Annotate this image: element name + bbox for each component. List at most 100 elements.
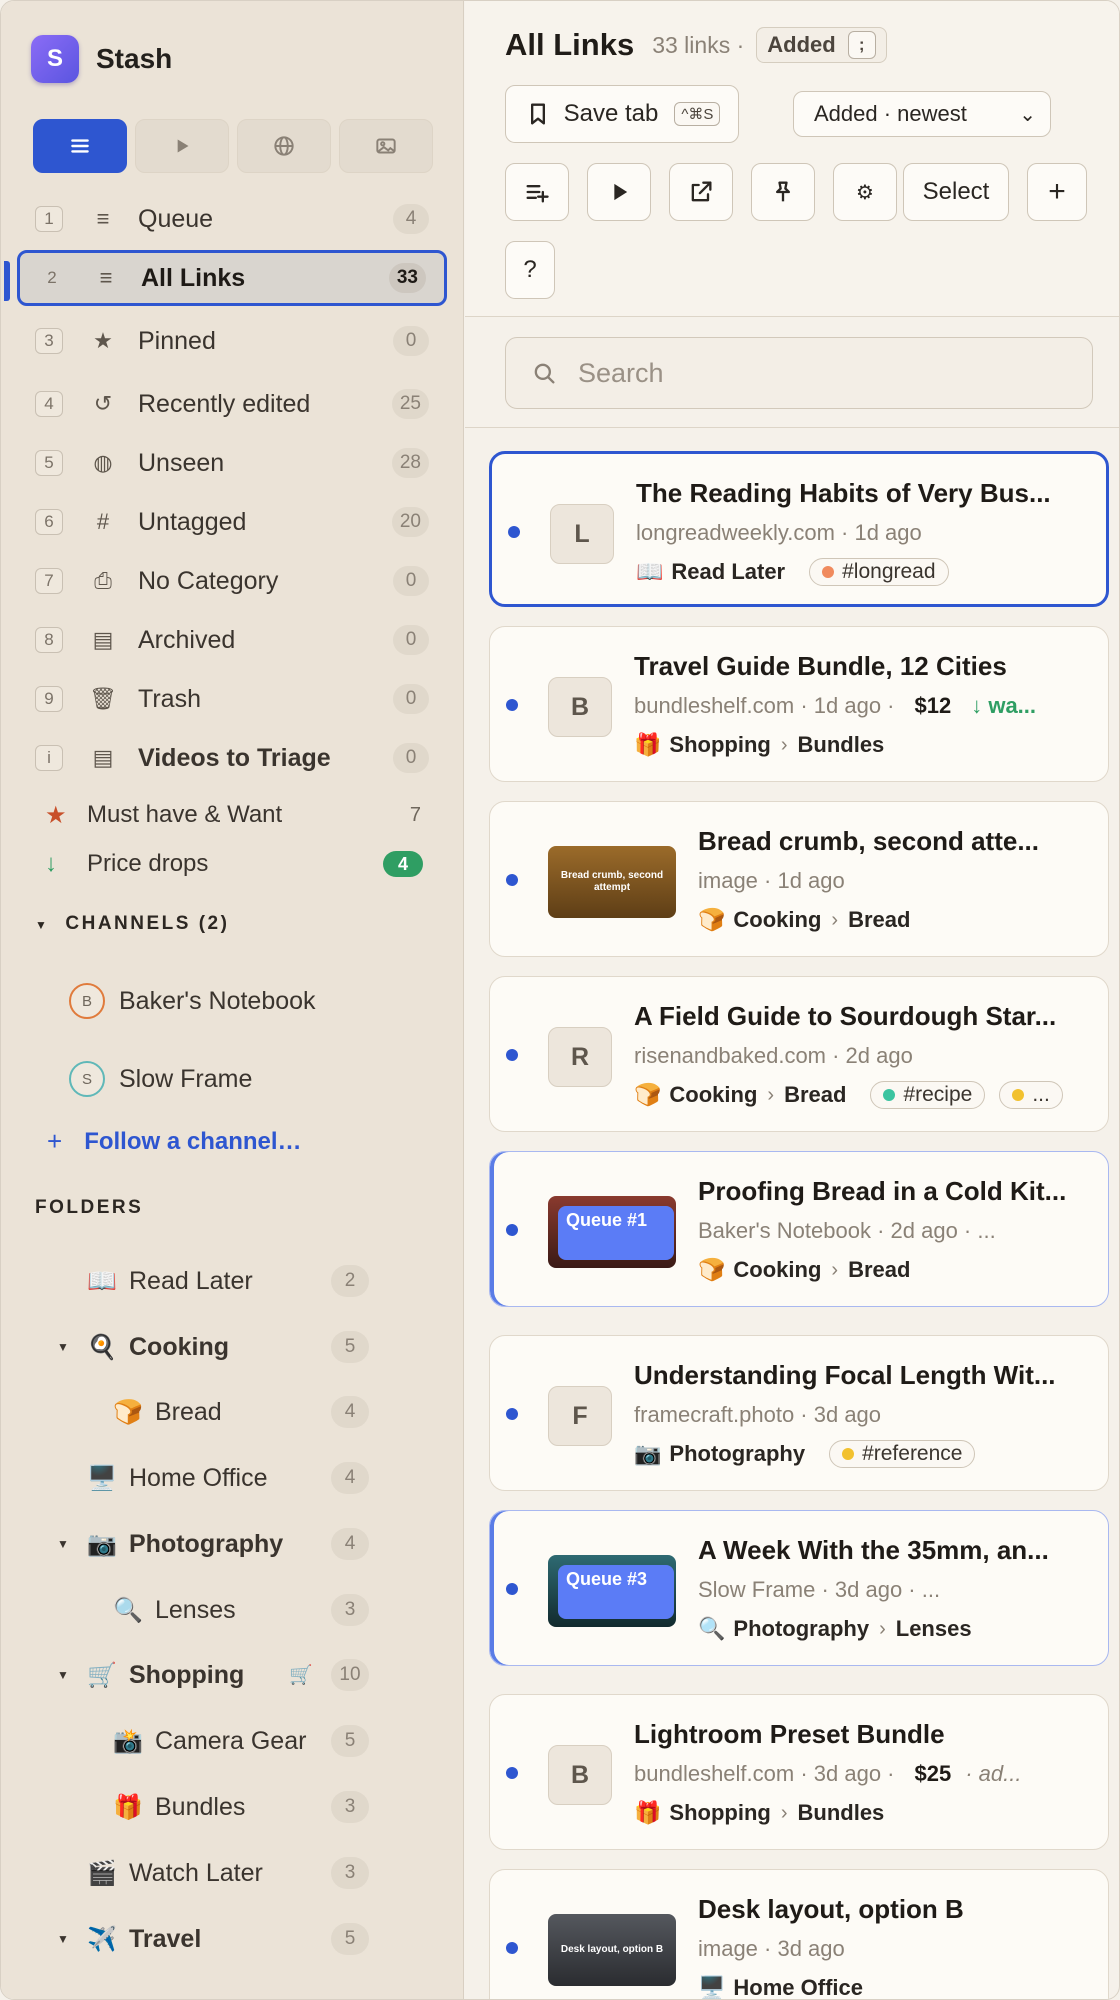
- channels-heading[interactable]: ▼ CHANNELS (2): [35, 913, 229, 935]
- link-card[interactable]: R A Field Guide to Sourdough Star... ris…: [489, 976, 1109, 1132]
- camera-icon: 📷: [87, 1530, 117, 1558]
- add-link-button[interactable]: +: [1027, 163, 1087, 221]
- chevron-down-icon[interactable]: ▼: [57, 1668, 69, 1682]
- category-label[interactable]: Cooking: [669, 1082, 757, 1108]
- chevron-down-icon[interactable]: ▼: [57, 1537, 69, 1551]
- follow-channel-link[interactable]: + Follow a channel…: [47, 1126, 302, 1157]
- list-header: All Links 33 links · Added ; Save tab ^⌘…: [465, 1, 1119, 317]
- help-button[interactable]: ?: [505, 241, 555, 299]
- folder-read-later[interactable]: 📖 Read Later 2: [87, 1256, 369, 1306]
- link-card[interactable]: B Travel Guide Bundle, 12 Cities bundles…: [489, 626, 1109, 782]
- select-button[interactable]: Select: [903, 163, 1009, 221]
- category-label[interactable]: Photography: [669, 1441, 805, 1467]
- link-card[interactable]: Bread crumb, second attempt Bread crumb,…: [489, 801, 1109, 957]
- folder-count: 3: [331, 1594, 369, 1626]
- pin-button[interactable]: [751, 163, 815, 221]
- folder-shopping[interactable]: ▼ 🛒 Shopping 🛒 10: [57, 1650, 369, 1700]
- category-label[interactable]: Home Office: [733, 1975, 863, 1999]
- folder-photography[interactable]: ▼ 📷 Photography 4: [57, 1519, 369, 1569]
- category-label[interactable]: Cooking: [733, 907, 821, 933]
- nav-count: 0: [393, 625, 429, 655]
- category-label[interactable]: Shopping: [669, 1800, 770, 1826]
- mode-tab-list[interactable]: [33, 119, 127, 173]
- frying-pan-icon: 🍳: [87, 1333, 117, 1361]
- category-label[interactable]: Photography: [733, 1616, 869, 1642]
- tag-label: ...: [1032, 1083, 1050, 1106]
- star-icon: ★: [93, 328, 113, 353]
- subcategory-label[interactable]: Bundles: [798, 1800, 885, 1826]
- nav-label: Trash: [138, 684, 201, 713]
- channel-bakers-notebook[interactable]: B Baker's Notebook: [69, 981, 316, 1021]
- folder-bread[interactable]: 🍞 Bread 4: [113, 1387, 369, 1437]
- link-card[interactable]: F Understanding Focal Length Wit... fram…: [489, 1335, 1109, 1491]
- gear-icon: ⚙: [856, 181, 874, 204]
- card-category: 📖 Read Later #longread: [636, 556, 1096, 588]
- subcategory-label[interactable]: Lenses: [896, 1616, 972, 1642]
- smart-list-must-have[interactable]: ★ Must have & Want 7: [45, 795, 445, 835]
- mode-tab-image[interactable]: [339, 119, 433, 173]
- card-category: 🎁 Shopping › Bundles: [634, 1797, 1094, 1829]
- shortcut-key: 4: [35, 391, 63, 417]
- play-button[interactable]: [587, 163, 651, 221]
- nav-item-unseen[interactable]: 5 ◍ Unseen 28: [17, 435, 447, 491]
- sort-chip[interactable]: Added ;: [756, 27, 887, 63]
- link-card[interactable]: B Lightroom Preset Bundle bundleshelf.co…: [489, 1694, 1109, 1850]
- sort-order-select[interactable]: Added · newest ⌄: [793, 91, 1051, 137]
- chevron-down-icon[interactable]: ▼: [57, 1932, 69, 1946]
- nav-item-archived[interactable]: 8 ▤ Archived 0: [17, 612, 447, 668]
- tag-chip[interactable]: #reference: [829, 1440, 976, 1468]
- mode-tab-play[interactable]: [135, 119, 229, 173]
- add-to-queue-button[interactable]: [505, 163, 569, 221]
- card-meta: Baker's Notebook · 2d ago · ...: [698, 1218, 996, 1243]
- card-meta-text: bundleshelf.com · 1d ago ·: [634, 693, 895, 718]
- nav-item-queue[interactable]: 1 ≡ Queue 4: [17, 191, 447, 247]
- link-card[interactable]: L The Reading Habits of Very Bus... long…: [489, 451, 1109, 607]
- folder-home-office[interactable]: 🖥️ Home Office 4: [87, 1453, 369, 1503]
- open-external-button[interactable]: [669, 163, 733, 221]
- channel-slow-frame[interactable]: S Slow Frame: [69, 1059, 252, 1099]
- mode-tab-globe[interactable]: [237, 119, 331, 173]
- category-label[interactable]: Cooking: [733, 1257, 821, 1283]
- folder-lenses[interactable]: 🔍 Lenses 3: [113, 1585, 369, 1635]
- unread-dot: [506, 874, 518, 886]
- nav-item-no-category[interactable]: 7 ⎙ No Category 0: [17, 553, 447, 609]
- shortcut-key: 9: [35, 686, 63, 712]
- tag-chip[interactable]: #recipe: [870, 1081, 986, 1109]
- channel-avatar: S: [69, 1061, 105, 1097]
- subcategory-label[interactable]: Bread: [848, 1257, 910, 1283]
- nav-item-pinned[interactable]: 3 ★ Pinned 0: [17, 313, 447, 369]
- nav-item-untagged[interactable]: 6 # Untagged 20: [17, 494, 447, 550]
- tag-chip[interactable]: #longread: [809, 558, 949, 586]
- nav-item-videos-to-triage[interactable]: i ▤ Videos to Triage 0: [17, 730, 447, 786]
- category-label[interactable]: Read Later: [671, 559, 785, 585]
- folder-bundles[interactable]: 🎁 Bundles 3: [113, 1782, 369, 1832]
- search-input[interactable]: Search: [505, 337, 1093, 409]
- nav-count: 0: [393, 566, 429, 596]
- stamp-icon: ⎙: [94, 568, 112, 593]
- nav-label: Unseen: [138, 448, 225, 477]
- tag-chip[interactable]: ...: [999, 1081, 1063, 1109]
- save-tab-button[interactable]: Save tab ^⌘S: [505, 85, 739, 143]
- settings-button[interactable]: ⚙: [833, 163, 897, 221]
- folder-cooking[interactable]: ▼ 🍳 Cooking 5: [57, 1322, 369, 1372]
- nav-item-trash[interactable]: 9 🗑 Trash 0: [17, 671, 447, 727]
- subcategory-label[interactable]: Bundles: [798, 732, 885, 758]
- folder-count: 5: [331, 1923, 369, 1955]
- subcategory-label[interactable]: Bread: [848, 907, 910, 933]
- nav-item-all-links[interactable]: 2 ≡ All Links 33: [4, 250, 447, 306]
- tag-label: #recipe: [903, 1083, 973, 1106]
- folder-watch-later[interactable]: 🎬 Watch Later 3: [87, 1848, 369, 1898]
- nav-item-recently-edited[interactable]: 4 ↺ Recently edited 25: [17, 376, 447, 432]
- folder-travel[interactable]: ▼ ✈️ Travel 5: [57, 1914, 369, 1964]
- category-label[interactable]: Shopping: [669, 732, 770, 758]
- subcategory-label[interactable]: Bread: [784, 1082, 846, 1108]
- link-card[interactable]: Desk layout, option B Desk layout, optio…: [489, 1869, 1109, 1999]
- folder-camera-gear[interactable]: 📸 Camera Gear 5: [113, 1716, 369, 1766]
- smart-list-price-drops[interactable]: ↓ Price drops 4: [45, 844, 445, 884]
- link-card[interactable]: Queue #3 A Week With the 35mm, an... Slo…: [489, 1510, 1109, 1666]
- chevron-down-icon[interactable]: ▼: [57, 1340, 69, 1354]
- card-note: · ad...: [965, 1761, 1022, 1786]
- link-card[interactable]: Queue #1 Proofing Bread in a Cold Kit...…: [489, 1151, 1109, 1307]
- shopping-cart-icon: 🛒: [87, 1661, 117, 1689]
- unread-dot: [506, 1583, 518, 1595]
